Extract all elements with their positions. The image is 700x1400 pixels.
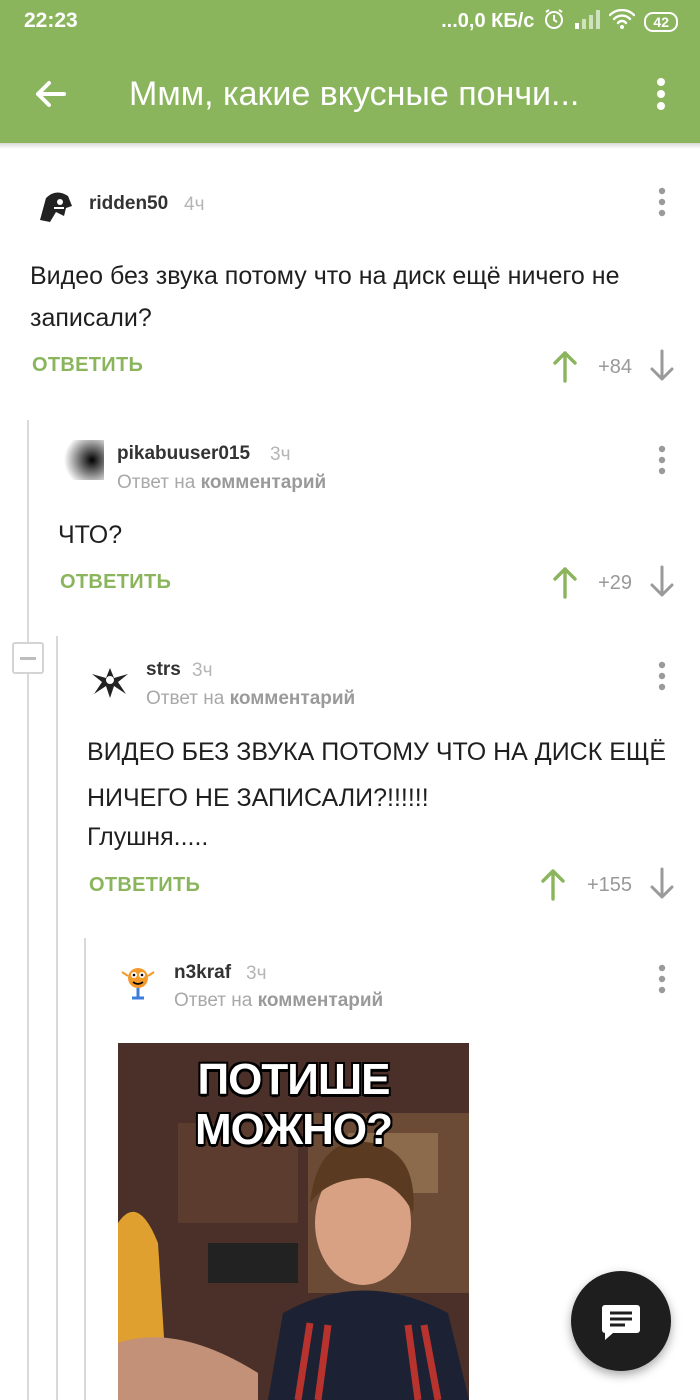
thread-line	[84, 938, 86, 1400]
avatar[interactable]	[36, 186, 76, 226]
comment-text-line2: Глушня.....	[87, 823, 209, 851]
thread-line	[56, 636, 58, 1400]
reply-to-link[interactable]: комментарий	[230, 688, 356, 709]
comment-score: +84	[598, 356, 632, 378]
back-button[interactable]	[30, 74, 70, 114]
downvote-button[interactable]	[649, 349, 675, 383]
overflow-menu-button[interactable]	[646, 74, 676, 114]
comment-time: 3ч	[192, 660, 213, 681]
comment-menu-button[interactable]	[650, 659, 674, 695]
avatar[interactable]	[64, 440, 104, 480]
arrow-up-icon	[541, 869, 565, 901]
comment-menu-button[interactable]	[650, 185, 674, 221]
network-speed: ...0,0 КБ/с	[441, 10, 535, 32]
comment-text: Видео без звука потому что на диск ещё н…	[30, 262, 620, 332]
vertical-dots-icon	[658, 187, 666, 217]
comment-text: ВИДЕО БЕЗ ЗВУКА ПОТОМУ ЧТО НА ДИСК ЕЩЁ Н…	[87, 738, 667, 812]
upvote-button[interactable]	[540, 867, 566, 901]
arrow-down-icon	[650, 565, 674, 597]
vertical-dots-icon	[658, 964, 666, 994]
downvote-button[interactable]	[649, 867, 675, 901]
alarm-icon	[543, 8, 565, 35]
wifi-icon	[609, 8, 636, 34]
comment-menu-button[interactable]	[650, 443, 674, 479]
comment-score: +29	[598, 572, 632, 594]
collapse-thread-button[interactable]	[12, 642, 44, 674]
avatar[interactable]	[118, 962, 158, 1002]
comment-time: 3ч	[270, 444, 291, 465]
vertical-dots-icon	[657, 78, 665, 110]
comment-image[interactable]: ПОТИШЕ МОЖНО?	[118, 1043, 469, 1400]
arrow-left-icon	[36, 81, 66, 107]
battery-indicator: 42	[644, 11, 678, 32]
arrow-down-icon	[650, 349, 674, 381]
page-title: Ммм, какие вкусные пончи...	[129, 75, 580, 113]
reply-to-label: Ответ на комментарий	[174, 990, 384, 1011]
meme-caption: ПОТИШЕ МОЖНО?	[195, 1055, 393, 1154]
downvote-button[interactable]	[649, 565, 675, 599]
reply-button[interactable]: ОТВЕТИТЬ	[89, 874, 200, 897]
comment-author[interactable]: n3kraf	[174, 962, 231, 984]
reply-to-link[interactable]: комментарий	[201, 472, 327, 493]
comment-menu-button[interactable]	[650, 962, 674, 998]
signal-icon	[574, 9, 601, 34]
comment-author[interactable]: pikabuuser015	[117, 443, 250, 465]
comment-time: 4ч	[184, 194, 205, 215]
avatar[interactable]	[90, 660, 130, 700]
comment-time: 3ч	[246, 963, 267, 984]
app-bar: 22:23 ...0,0 КБ/с 42 Ммм, какие вкусные …	[0, 0, 700, 143]
arrow-down-icon	[650, 867, 674, 899]
reply-to-link[interactable]: комментарий	[258, 990, 384, 1011]
reply-to-label: Ответ на комментарий	[117, 472, 327, 493]
comment-score: +155	[586, 874, 632, 896]
comment-author[interactable]: ridden50	[89, 193, 168, 215]
write-comment-button[interactable]	[571, 1271, 671, 1371]
vertical-dots-icon	[658, 661, 666, 691]
reply-button[interactable]: ОТВЕТИТЬ	[60, 571, 171, 594]
vertical-dots-icon	[658, 445, 666, 475]
comment-author[interactable]: strs	[146, 659, 181, 681]
reply-button[interactable]: ОТВЕТИТЬ	[32, 354, 143, 377]
status-icons: ...0,0 КБ/с 42	[441, 8, 678, 35]
status-time: 22:23	[24, 9, 78, 32]
comment-text: ЧТО?	[58, 521, 123, 549]
thread-line	[27, 420, 29, 1400]
comment-icon	[602, 1305, 640, 1340]
reply-to-label: Ответ на комментарий	[146, 688, 356, 709]
app-bar-shadow	[0, 143, 700, 149]
